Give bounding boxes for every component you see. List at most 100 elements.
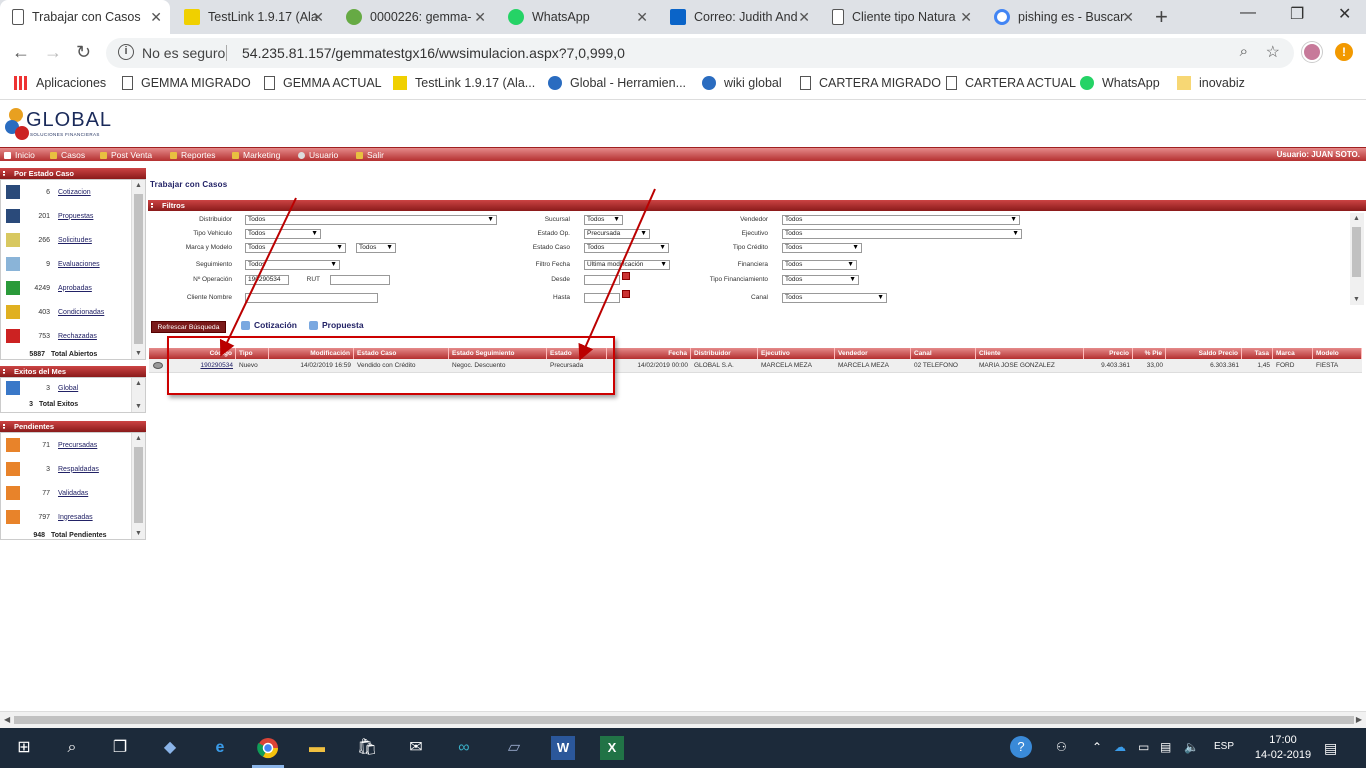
column-header[interactable]: Tasa (1242, 348, 1273, 359)
item-link[interactable]: Evaluaciones (58, 261, 100, 268)
sidebar-item-precursadas[interactable]: 71 Precursadas (1, 433, 145, 457)
ejecutivo-select[interactable]: Todos ▼ (782, 229, 1022, 239)
scrollbar[interactable]: ▲ ▼ (131, 180, 145, 359)
item-link[interactable]: Solicitudes (58, 237, 92, 244)
new-tab-icon[interactable]: + (1155, 4, 1168, 30)
star-icon[interactable]: ☆ (1266, 42, 1280, 62)
close-tab-icon[interactable]: ✕ (312, 9, 324, 26)
scroll-right-icon[interactable]: ▶ (1356, 715, 1362, 724)
close-tab-icon[interactable]: ✕ (150, 9, 162, 26)
scroll-down-icon[interactable]: ▼ (135, 350, 142, 357)
close-tab-icon[interactable]: ✕ (1122, 9, 1134, 26)
item-link[interactable]: Propuestas (58, 213, 93, 220)
item-link[interactable]: Cotizacion (58, 189, 91, 196)
maximize-icon[interactable]: ❐ (1290, 4, 1304, 24)
word-icon[interactable]: W (551, 736, 575, 760)
menu-item-inicio[interactable]: Inicio (4, 150, 35, 160)
menu-item-marketing[interactable]: Marketing (232, 150, 280, 160)
store-icon[interactable]: 🛍 (355, 736, 379, 760)
column-header[interactable]: Distribuidor (691, 348, 758, 359)
tipo-financiamiento-select[interactable]: Todos ▼ (782, 275, 859, 285)
sidebar-item-rechazadas[interactable]: 753 Rechazadas (1, 324, 145, 348)
vendedor-select[interactable]: Todos ▼ (782, 215, 1020, 225)
alert-icon[interactable]: ! (1335, 43, 1353, 61)
menu-item-usuario[interactable]: Usuario (298, 150, 338, 160)
marca-select[interactable]: Todos ▼ (245, 243, 346, 253)
menu-item-salir[interactable]: Salir (356, 150, 384, 160)
scrollbar[interactable]: ▲ ▼ (131, 433, 145, 539)
scroll-thumb[interactable] (134, 194, 143, 344)
cloud-icon[interactable]: ☁ (1114, 740, 1126, 754)
info-icon[interactable]: i (118, 44, 134, 60)
sidebar-item-condicionadas[interactable]: 403 Condicionadas (1, 300, 145, 324)
menu-item-post-venta[interactable]: Post Venta (100, 150, 152, 160)
sidebar-item-cotizacion[interactable]: 6 Cotizacion (1, 180, 145, 204)
calendar-icon[interactable] (622, 290, 630, 298)
omnibox[interactable]: i No es seguro 54.235.81.157/gemmatestgx… (106, 38, 1294, 68)
propuesta-link[interactable]: Propuesta (309, 320, 364, 330)
n-operacion-input[interactable]: 190290534 (245, 275, 289, 285)
reload-icon[interactable]: ↻ (76, 42, 91, 63)
item-link[interactable]: Aprobadas (58, 285, 92, 292)
bookmark-item[interactable]: GEMMA MIGRADO (122, 76, 251, 90)
bookmark-item[interactable]: GEMMA ACTUAL (264, 76, 382, 90)
close-tab-icon[interactable]: ✕ (798, 9, 810, 26)
column-header[interactable]: Fecha (607, 348, 691, 359)
scroll-up-icon[interactable]: ▲ (135, 182, 142, 189)
column-header[interactable]: Modelo (1313, 348, 1362, 359)
calendar-icon[interactable] (622, 272, 630, 280)
edge-icon[interactable]: e (208, 736, 232, 760)
bookmark-item[interactable]: wiki global (702, 76, 782, 90)
tab-4[interactable]: WhatsApp ✕ (496, 0, 656, 34)
rut-input[interactable] (330, 275, 390, 285)
clock[interactable]: 17:00 14-02-2019 (1248, 733, 1318, 763)
distribuidor-select[interactable]: Todos ▼ (245, 215, 497, 225)
sucursal-select[interactable]: Todos ▼ (584, 215, 623, 225)
notifications-icon[interactable]: ▤ (1324, 740, 1337, 757)
estado-caso-select[interactable]: Todos ▼ (584, 243, 669, 253)
tab-1[interactable]: Trabajar con Casos ✕ (0, 0, 170, 34)
sidebar-item-evaluaciones[interactable]: 9 Evaluaciones (1, 252, 145, 276)
financiera-select[interactable]: Todos ▼ (782, 260, 857, 270)
tab-7[interactable]: pishing es - Buscar ✕ (982, 0, 1142, 34)
hasta-input[interactable] (584, 293, 620, 303)
modelo-select[interactable]: Todos ▼ (356, 243, 396, 253)
search-icon[interactable]: ⌕ (60, 736, 84, 760)
refresh-search-button[interactable]: Refrescar Búsqueda (151, 321, 226, 333)
url-text[interactable]: 54.235.81.157/gemmatestgx16/wwsimulacion… (242, 45, 625, 61)
menu-item-reportes[interactable]: Reportes (170, 150, 216, 160)
bookmark-item[interactable]: inovabiz (1177, 76, 1245, 90)
canal-select[interactable]: Todos ▼ (782, 293, 887, 303)
scrollbar[interactable]: ▲ ▼ (131, 378, 145, 412)
item-link[interactable]: Rechazadas (58, 333, 97, 340)
cotizacion-link[interactable]: Cotización (241, 320, 297, 330)
infinity-icon[interactable]: ∞ (452, 736, 476, 760)
filters-scrollbar[interactable]: ▲ ▼ (1350, 213, 1364, 305)
scroll-thumb[interactable] (134, 447, 143, 523)
chrome-icon[interactable] (256, 736, 280, 760)
item-link[interactable]: Precursadas (58, 442, 97, 449)
network-icon[interactable]: ▤ (1160, 740, 1171, 754)
tipo-credito-select[interactable]: Todos ▼ (782, 243, 862, 253)
estado-op-select[interactable]: Precursada ▼ (584, 229, 650, 239)
bookmark-item[interactable]: Global - Herramien... (548, 76, 686, 90)
bookmark-item[interactable]: CARTERA MIGRADO (800, 76, 941, 90)
item-link[interactable]: Condicionadas (58, 309, 104, 316)
global-logo[interactable]: GLOBAL SOLUCIONES FINANCIERAS (2, 103, 132, 145)
column-header[interactable]: Canal (911, 348, 976, 359)
sidebar-item-respaldadas[interactable]: 3 Respaldadas (1, 457, 145, 481)
scroll-up-icon[interactable]: ▲ (135, 435, 142, 442)
sidebar-item-aprobadas[interactable]: 4249 Aprobadas (1, 276, 145, 300)
file-explorer-icon[interactable]: ▬ (305, 736, 329, 760)
mail-icon[interactable]: ✉ (404, 736, 428, 760)
bookmark-item[interactable]: CARTERA ACTUAL (946, 76, 1076, 90)
close-window-icon[interactable]: ✕ (1338, 4, 1351, 24)
forward-icon[interactable]: → (44, 42, 62, 63)
tab-2[interactable]: TestLink 1.9.17 (Ala ✕ (172, 0, 332, 34)
sidebar-item-solicitudes[interactable]: 266 Solicitudes (1, 228, 145, 252)
help-icon[interactable]: ? (1010, 736, 1032, 758)
people-icon[interactable]: ⚇ (1056, 740, 1067, 754)
sidebar-item-propuestas[interactable]: 201 Propuestas (1, 204, 145, 228)
item-link[interactable]: Ingresadas (58, 514, 93, 521)
column-header[interactable]: Ejecutivo (758, 348, 835, 359)
